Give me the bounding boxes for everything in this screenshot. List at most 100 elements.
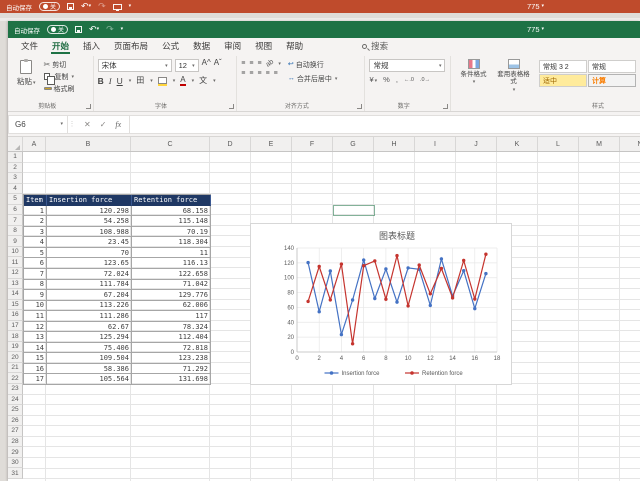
table-cell[interactable]: 15 [24, 353, 47, 364]
column-header[interactable]: A [23, 137, 46, 152]
column-header[interactable]: D [210, 137, 251, 152]
phonetic-button[interactable]: 文 [199, 77, 207, 85]
column-header[interactable]: N [620, 137, 640, 152]
font-color-button[interactable]: A [180, 76, 185, 86]
menu-tab[interactable]: 公式 [155, 38, 186, 54]
table-cell[interactable]: 8 [24, 280, 47, 291]
dialog-launcher-icon[interactable] [357, 104, 362, 109]
borders-button[interactable]: 田 [136, 77, 144, 85]
font-name-select[interactable]: 宋体▾ [98, 59, 172, 72]
table-header-cell[interactable]: Retention force [132, 195, 211, 206]
row-header[interactable]: 14 [8, 289, 23, 300]
column-header[interactable]: F [292, 137, 333, 152]
column-header[interactable]: L [538, 137, 579, 152]
table-cell[interactable]: 116.13 [132, 258, 211, 269]
row-header[interactable]: 11 [8, 257, 23, 268]
percent-format-button[interactable]: % [383, 75, 390, 84]
cancel-icon[interactable]: ✕ [84, 120, 91, 129]
row-header[interactable]: 22 [8, 373, 23, 384]
table-cell[interactable]: 125.294 [47, 332, 132, 343]
table-cell[interactable]: 23.45 [47, 237, 132, 248]
decrease-indent-icon[interactable]: ≡ [266, 70, 270, 77]
row-header[interactable]: 26 [8, 416, 23, 427]
underline-button[interactable]: U [117, 76, 123, 86]
table-cell[interactable]: 68.158 [132, 206, 211, 217]
table-cell[interactable]: 67.204 [47, 290, 132, 301]
align-right-icon[interactable]: ≡ [257, 70, 261, 77]
table-cell[interactable]: 108.988 [47, 227, 132, 238]
column-header[interactable]: K [497, 137, 538, 152]
bold-button[interactable]: B [98, 76, 104, 86]
column-header[interactable]: G [333, 137, 374, 152]
undo-icon[interactable]: ↶▾ [89, 25, 99, 34]
number-format-select[interactable]: 常规▾ [369, 59, 445, 72]
column-header[interactable]: I [415, 137, 456, 152]
account-badge[interactable]: 775▾ [527, 21, 544, 38]
merge-center-button[interactable]: ↔合并后居中▾ [288, 73, 338, 84]
cell-style-item[interactable]: 常规 3 2 [539, 60, 587, 73]
table-cell[interactable]: 109.504 [47, 353, 132, 364]
table-cell[interactable]: 9 [24, 290, 47, 301]
row-header[interactable]: 4 [8, 184, 23, 195]
table-cell[interactable]: 2 [24, 216, 47, 227]
grow-font-button[interactable]: A^ [202, 59, 211, 67]
menu-tab[interactable]: 开始 [45, 38, 76, 54]
table-cell[interactable]: 123.238 [132, 353, 211, 364]
table-cell[interactable]: 16 [24, 364, 47, 375]
menu-tab[interactable]: 页面布局 [107, 38, 155, 54]
menu-tab[interactable]: 视图 [248, 38, 279, 54]
increase-indent-icon[interactable]: ≡ [274, 70, 278, 77]
row-header[interactable]: 18 [8, 331, 23, 342]
table-cell[interactable]: 70.19 [132, 227, 211, 238]
italic-button[interactable]: I [109, 76, 112, 86]
table-cell[interactable]: 58.386 [47, 364, 132, 375]
align-center-icon[interactable]: ≡ [249, 70, 253, 77]
comma-format-button[interactable]: , [396, 75, 398, 84]
outer-autosave-toggle[interactable]: 关 [39, 2, 60, 11]
column-header[interactable]: H [374, 137, 415, 152]
row-header[interactable]: 31 [8, 468, 23, 479]
row-header[interactable]: 3 [8, 173, 23, 184]
row-header[interactable]: 8 [8, 226, 23, 237]
chart-object[interactable]: 020406080100120140024681012141618图表标题Ins… [250, 223, 512, 385]
row-header[interactable]: 28 [8, 437, 23, 448]
row-header[interactable]: 29 [8, 447, 23, 458]
menu-tab[interactable]: 插入 [76, 38, 107, 54]
formula-input[interactable] [129, 115, 640, 134]
wrap-text-button[interactable]: ↩自动换行 [288, 59, 338, 70]
qat-customize-icon[interactable]: ▾ [129, 4, 132, 9]
column-header[interactable]: C [131, 137, 210, 152]
row-header[interactable]: 2 [8, 163, 23, 174]
column-header[interactable]: J [456, 137, 497, 152]
table-cell[interactable]: 62.67 [47, 322, 132, 333]
shrink-font-button[interactable]: Aˇ [214, 59, 222, 67]
table-header-cell[interactable]: Item [24, 195, 47, 206]
dialog-launcher-icon[interactable] [229, 104, 234, 109]
table-cell[interactable]: 14 [24, 343, 47, 354]
table-cell[interactable]: 3 [24, 227, 47, 238]
select-all-corner[interactable] [8, 137, 23, 152]
table-cell[interactable]: 5 [24, 248, 47, 259]
save-icon[interactable] [75, 26, 82, 33]
table-cell[interactable]: 111.784 [47, 280, 132, 291]
table-cell[interactable]: 4 [24, 237, 47, 248]
table-cell[interactable]: 75.406 [47, 343, 132, 354]
align-left-icon[interactable]: ≡ [241, 70, 245, 77]
table-cell[interactable]: 54.258 [47, 216, 132, 227]
table-cell[interactable]: 7 [24, 269, 47, 280]
row-header[interactable]: 10 [8, 247, 23, 258]
table-cell[interactable]: 70 [47, 248, 132, 259]
table-cell[interactable]: 17 [24, 374, 47, 385]
table-cell[interactable]: 129.776 [132, 290, 211, 301]
table-cell[interactable]: 123.65 [47, 258, 132, 269]
menu-tab[interactable]: 审阅 [217, 38, 248, 54]
insert-function-button[interactable]: fx [115, 120, 121, 129]
table-cell[interactable]: 72.818 [132, 343, 211, 354]
paste-button[interactable]: 粘贴▾ [14, 57, 41, 87]
outer-account-badge[interactable]: 775▾ [527, 0, 544, 13]
row-header[interactable]: 20 [8, 352, 23, 363]
copy-button[interactable]: 复制▾ [44, 71, 75, 82]
table-cell[interactable]: 10 [24, 301, 47, 312]
align-top-icon[interactable]: ≡ [241, 60, 245, 67]
table-cell[interactable]: 13 [24, 332, 47, 343]
